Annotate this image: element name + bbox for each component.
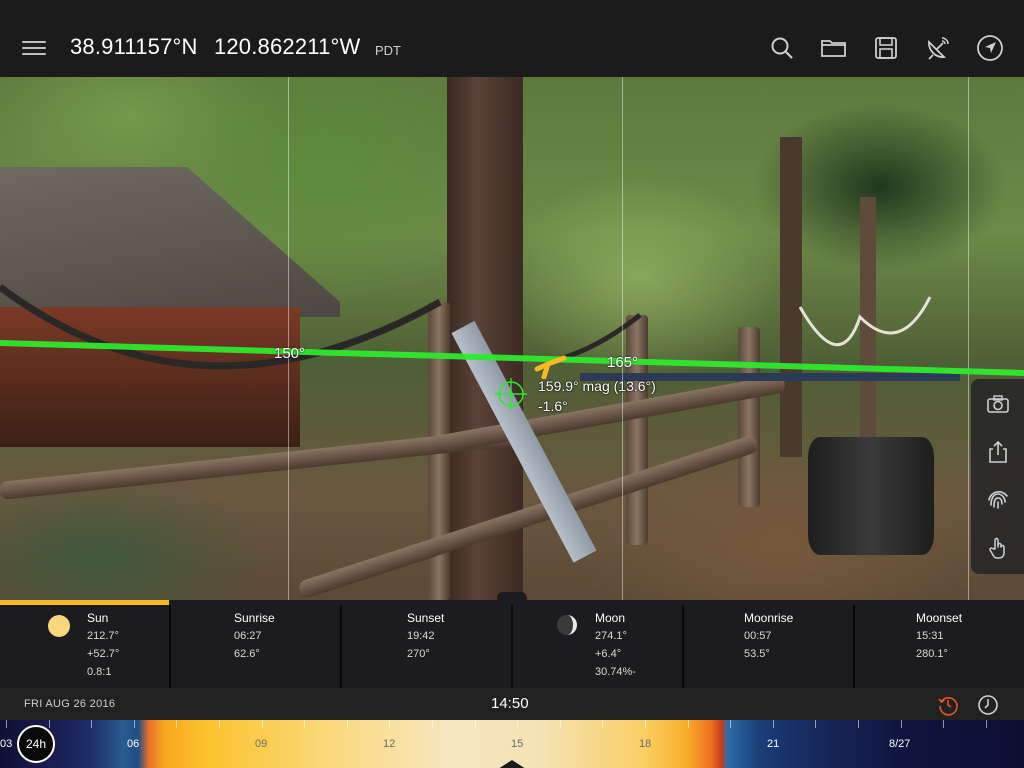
24h-mode-button[interactable]: 24h <box>17 725 55 763</box>
share-icon[interactable] <box>985 439 1011 465</box>
sun-elevation: +52.7° <box>87 648 120 660</box>
date-label[interactable]: FRI AUG 26 2016 <box>24 698 115 710</box>
camera-readout: 159.9° mag (13.6°) -1.6° <box>538 376 656 416</box>
satellite-dish-icon[interactable] <box>924 34 952 62</box>
timeline-hour-tick <box>858 720 859 728</box>
moonrise-time: 00:57 <box>744 630 772 642</box>
timeline-hour-tick <box>602 720 604 728</box>
azimuth-label-165: 165° <box>607 354 639 371</box>
timeline-hour-tick <box>474 720 476 728</box>
timeline-hour-tick <box>432 720 433 728</box>
horizon-line <box>0 340 1024 376</box>
azimuth-label-150: 150° <box>274 345 306 362</box>
timeline-hour-tick <box>559 720 561 728</box>
timeline-hour-tick <box>219 720 220 728</box>
sunrise-info-cell[interactable]: Sunrise 06:27 62.6° <box>171 605 342 688</box>
longitude-value: 120.862211°W <box>213 34 361 59</box>
timeline-hour-tick <box>176 720 178 728</box>
timeline-hour-tick <box>687 720 689 728</box>
moonset-info-cell[interactable]: Moonset 15:31 280.1° <box>855 605 1024 688</box>
timeline-label: 09 <box>255 738 268 750</box>
crosshair-reticle-icon <box>495 378 527 410</box>
azimuth-readout: 159.9° mag (13.6°) <box>538 378 656 394</box>
elevation-readout: -1.6° <box>538 398 568 414</box>
timeline-hour-tick <box>900 720 902 728</box>
sunrise-title: Sunrise <box>234 611 275 625</box>
sunset-title: Sunset <box>407 611 445 625</box>
timeline-hour-tick <box>6 720 7 728</box>
moonset-time: 15:31 <box>916 630 944 642</box>
timeline-hour-tick <box>91 720 93 728</box>
timeline-hour-tick <box>645 720 646 728</box>
sun-shadow-ratio: 0.8:1 <box>87 666 112 678</box>
clock-icon[interactable] <box>977 694 999 716</box>
timeline-hour-tick <box>985 720 987 728</box>
timeline-label: 15 <box>511 738 524 750</box>
moonrise-title: Moonrise <box>744 611 794 625</box>
timeline-hour-tick <box>730 720 732 728</box>
moon-phase-icon <box>557 615 577 635</box>
moon-elevation: +6.4° <box>595 648 622 660</box>
timeline-hour-tick <box>517 720 519 728</box>
timeline-now-marker <box>498 760 526 768</box>
sunrise-time: 06:27 <box>234 630 262 642</box>
fingerprint-icon[interactable] <box>985 487 1011 513</box>
search-icon[interactable] <box>768 34 796 62</box>
timeline-hour-tick <box>772 720 774 728</box>
sunset-time: 19:42 <box>407 630 435 642</box>
camera-view[interactable]: 150° 165° 159.9° mag (13.6°) -1.6° <box>0 77 1024 600</box>
info-row: Sun 212.7° +52.7° 0.8:1 Sunrise 06:27 62… <box>0 605 1024 688</box>
timeline-label: 03 <box>0 738 13 750</box>
timeline-hour-tick <box>304 720 306 728</box>
sun-icon <box>48 615 70 637</box>
coordinates[interactable]: 38.911157°N 120.862211°W <box>70 34 361 60</box>
camera-icon[interactable] <box>985 391 1011 417</box>
moonrise-azimuth: 53.5° <box>744 648 770 660</box>
timeline-label: 21 <box>767 738 780 750</box>
timeline-hour-tick <box>943 720 945 728</box>
timeline-label: 06 <box>127 738 140 750</box>
time-label[interactable]: 14:50 <box>491 695 529 712</box>
timeline-label: 18 <box>639 738 652 750</box>
timezone-label: PDT <box>375 43 401 58</box>
moon-title: Moon <box>595 611 626 625</box>
moon-info-cell[interactable]: Moon 274.1° +6.4° 30.74%- <box>513 605 684 688</box>
menu-icon[interactable] <box>22 37 48 57</box>
sun-azimuth: 212.7° <box>87 630 119 642</box>
reset-time-icon[interactable] <box>937 694 959 716</box>
moon-illumination: 30.74%- <box>595 666 636 678</box>
moonset-title: Moonset <box>916 611 963 625</box>
timeline-hour-tick <box>815 720 817 728</box>
moonset-azimuth: 280.1° <box>916 648 948 660</box>
moonrise-info-cell[interactable]: Moonrise 00:57 53.5° <box>684 605 855 688</box>
timeline-hour-tick <box>133 720 135 728</box>
save-icon[interactable] <box>872 34 900 62</box>
folder-icon[interactable] <box>820 34 848 62</box>
side-tool-panel <box>971 379 1024 574</box>
sun-title: Sun <box>87 611 109 625</box>
day-timeline[interactable]: 24h 03 06 09 12 15 18 21 8/27 <box>0 720 1024 768</box>
sunset-info-cell[interactable]: Sunset 19:42 270° <box>342 605 513 688</box>
panel-handle[interactable] <box>497 592 527 600</box>
timeline-label: 8/27 <box>889 738 911 750</box>
latitude-value: 38.911157°N <box>70 34 198 59</box>
timeline-hour-tick <box>48 720 50 728</box>
timeline-hour-tick <box>389 720 391 728</box>
timeline-hour-tick <box>346 720 348 728</box>
date-time-bar: FRI AUG 26 2016 14:50 <box>0 688 1024 728</box>
navigation-arrow-icon[interactable] <box>976 34 1004 62</box>
hand-pointer-icon[interactable] <box>985 535 1011 561</box>
sun-info-cell[interactable]: Sun 212.7° +52.7° 0.8:1 <box>0 605 171 688</box>
moon-azimuth: 274.1° <box>595 630 627 642</box>
timeline-hour-tick <box>261 720 263 728</box>
sunset-azimuth: 270° <box>407 648 430 660</box>
timeline-label: 12 <box>383 738 396 750</box>
sunrise-azimuth: 62.6° <box>234 648 260 660</box>
top-bar: 38.911157°N 120.862211°W PDT <box>0 0 1024 77</box>
